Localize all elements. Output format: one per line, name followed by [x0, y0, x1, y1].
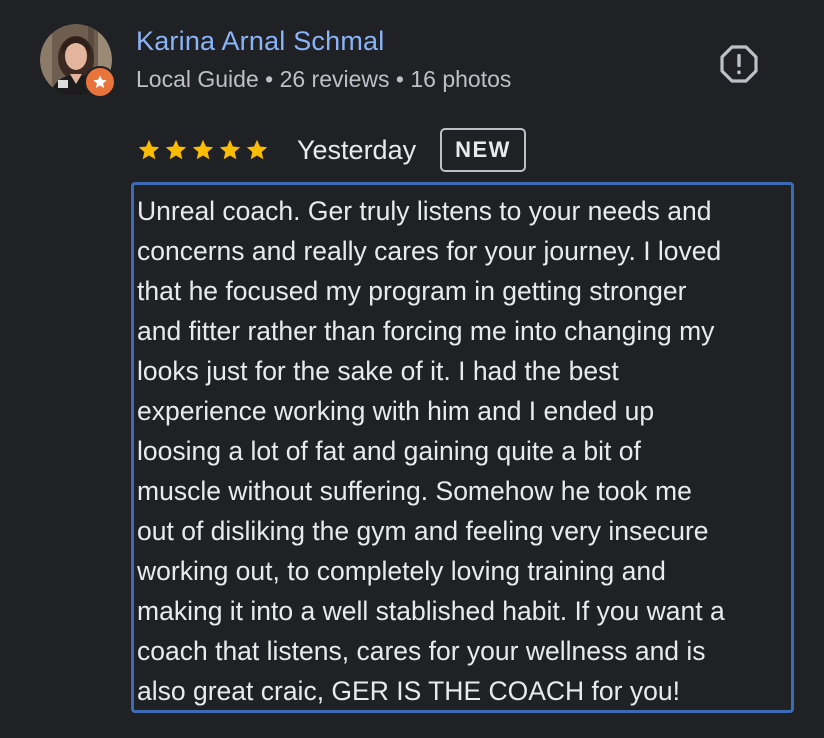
report-review-button[interactable]	[719, 44, 759, 84]
report-exclamation-icon	[720, 45, 758, 83]
reviewer-name[interactable]: Karina Arnal Schmal	[136, 26, 384, 57]
star-icon	[192, 139, 214, 160]
review-text-highlight: Unreal coach. Ger truly listens to your …	[131, 182, 794, 713]
rating-row: Yesterday NEW	[137, 126, 526, 174]
reviewer-avatar[interactable]	[40, 24, 116, 98]
star-icon	[93, 75, 107, 88]
star-icon	[246, 139, 268, 160]
review-card: Karina Arnal Schmal Local Guide • 26 rev…	[0, 0, 824, 738]
star-icon	[138, 139, 160, 160]
star-icon	[165, 139, 187, 160]
star-icon	[219, 139, 241, 160]
local-guide-badge-icon	[84, 66, 116, 98]
review-date: Yesterday	[297, 134, 417, 165]
star-rating	[137, 138, 269, 162]
new-badge: NEW	[440, 128, 526, 172]
reviewer-meta: Local Guide • 26 reviews • 16 photos	[136, 66, 512, 92]
review-text: Unreal coach. Ger truly listens to your …	[137, 196, 725, 706]
